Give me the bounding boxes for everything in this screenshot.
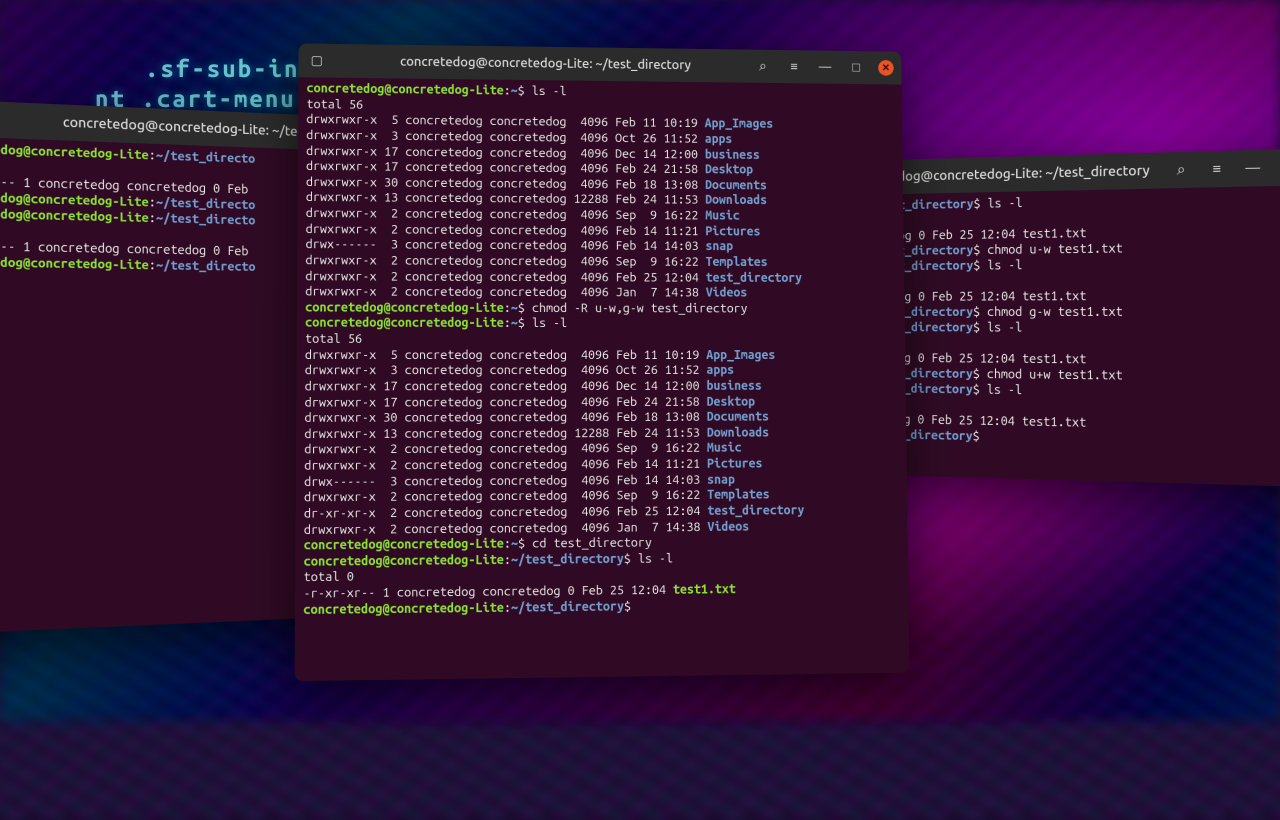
terminal-content[interactable]: concretedog@concretedog-Lite:~$ ls -l to… (295, 77, 909, 629)
maximize-button[interactable]: □ (847, 59, 865, 77)
close-button[interactable]: ✕ (878, 60, 894, 76)
menu-icon[interactable]: ≡ (785, 58, 803, 76)
terminal-window-center[interactable]: ▢ concretedog@concretedog-Lite: ~/test_d… (295, 43, 910, 681)
window-title: concretedog@concretedog-Lite: ~/test_dir… (335, 53, 754, 74)
minimize-button[interactable]: — (816, 58, 834, 76)
search-icon[interactable]: ⌕ (1171, 160, 1191, 180)
menu-icon[interactable]: ≡ (1207, 159, 1227, 179)
search-icon[interactable]: ⌕ (754, 57, 772, 75)
new-tab-icon[interactable]: ▢ (307, 51, 327, 71)
minimize-button[interactable]: — (1243, 158, 1263, 178)
